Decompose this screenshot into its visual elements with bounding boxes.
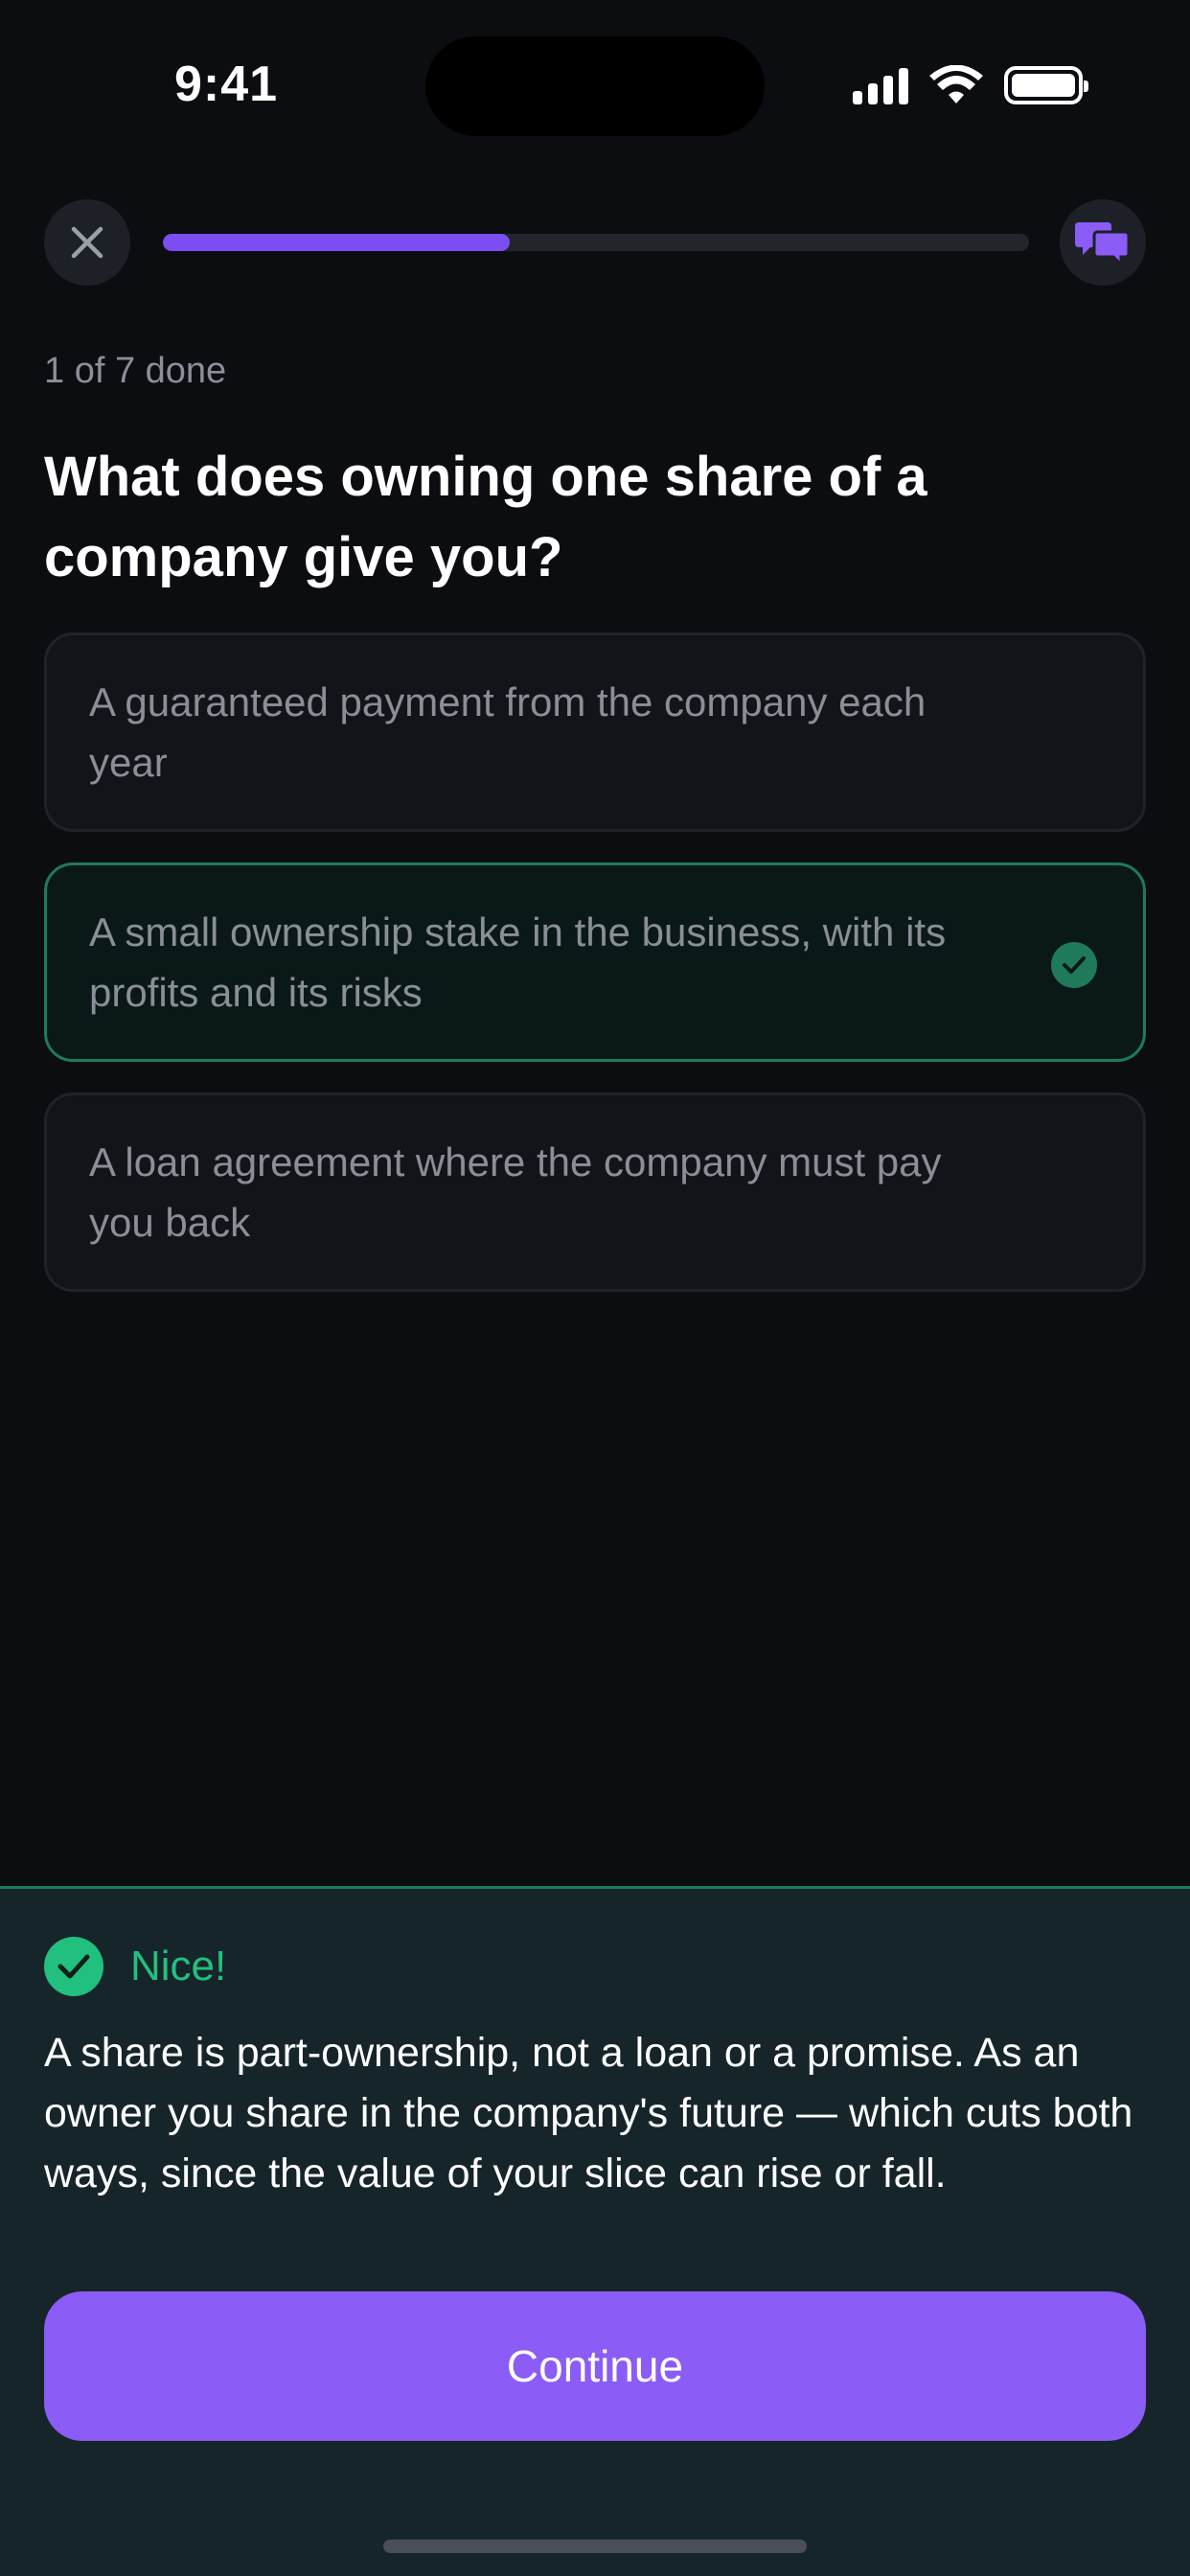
progress-bar [163,234,1029,251]
answer-option-label: A guaranteed payment from the company ea… [89,679,927,785]
battery-icon [1004,66,1088,104]
dynamic-island [425,36,765,136]
chat-button[interactable] [1060,199,1146,286]
answer-options: A guaranteed payment from the company ea… [44,632,1146,1322]
answer-option-label: A small ownership stake in the business,… [89,909,947,1015]
answer-option-label: A loan agreement where the company must … [89,1139,942,1245]
answer-option-1[interactable]: A guaranteed payment from the company ea… [44,632,1146,832]
chat-bubbles-icon [1075,222,1131,266]
wifi-icon [929,65,983,104]
home-indicator[interactable] [383,2540,807,2553]
continue-button[interactable]: Continue [44,2291,1146,2441]
status-icons [853,65,1088,105]
step-progress-label: 1 of 7 done [44,351,227,391]
close-icon [71,226,103,259]
feedback-panel: Nice! A share is part-ownership, not a l… [0,1886,1190,2576]
cellular-signal-icon [853,66,908,104]
status-time: 9:41 [174,57,279,112]
quiz-screen: 9:41 1 of 7 done What does owning one sh… [0,0,1190,2576]
feedback-title: Nice! [130,1943,227,1990]
close-button[interactable] [44,199,130,286]
feedback-explanation: A share is part-ownership, not a loan or… [44,2030,1133,2196]
progress-bar-fill [163,234,510,251]
question-title: What does owning one share of a company … [44,446,927,588]
answer-option-2-correct[interactable]: A small ownership stake in the business,… [44,862,1146,1062]
check-icon [1051,942,1097,988]
feedback-header: Nice! [44,1937,226,1996]
check-circle-icon [44,1937,103,1996]
answer-option-3[interactable]: A loan agreement where the company must … [44,1092,1146,1292]
